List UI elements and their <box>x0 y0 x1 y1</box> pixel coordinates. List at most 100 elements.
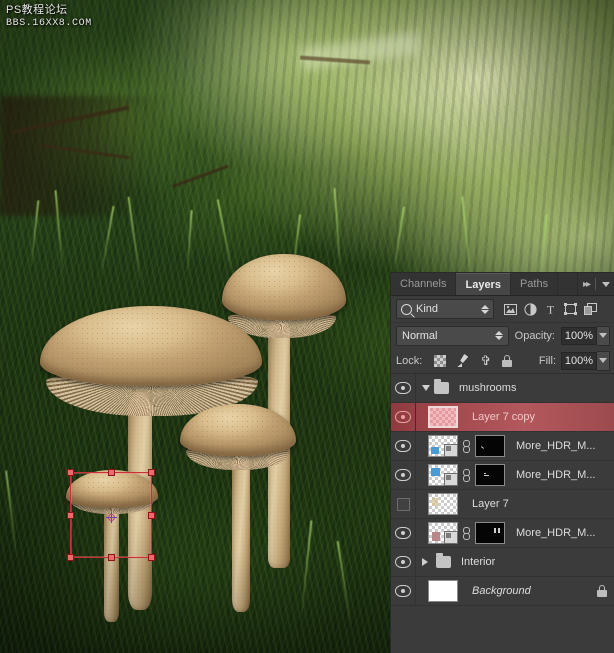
visibility-toggle[interactable] <box>391 403 416 431</box>
layer-name: More_HDR_M... <box>516 527 596 539</box>
fill-value[interactable]: 100% <box>561 351 597 370</box>
panel-menu-triangle-icon[interactable] <box>602 281 610 287</box>
filter-shape-icon[interactable] <box>564 303 577 316</box>
smart-object-badge-icon <box>444 473 458 486</box>
blend-mode-select[interactable]: Normal <box>396 325 509 346</box>
filter-adjustment-icon[interactable] <box>524 302 537 316</box>
layer-row-background[interactable]: Background <box>391 577 614 606</box>
eye-icon <box>395 469 411 481</box>
filter-smart-object-icon[interactable] <box>584 303 597 316</box>
panel-tab-bar: Channels Layers Paths ▸▸ <box>391 273 614 296</box>
layer-thumbnail[interactable] <box>428 435 458 457</box>
layer-row-mushrooms[interactable]: mushrooms <box>391 374 614 403</box>
fill-control-group: Fill: 100% <box>538 350 610 371</box>
fill-dropdown-arrow[interactable] <box>597 350 610 371</box>
handle-middle-right[interactable] <box>148 512 155 519</box>
tab-layers[interactable]: Layers <box>456 273 511 295</box>
layer-content: Layer 7 <box>416 490 509 518</box>
lock-buttons: ✞ <box>434 354 513 367</box>
chevron-updown-icon[interactable] <box>494 331 503 340</box>
visibility-toggle[interactable] <box>391 548 416 576</box>
transform-reference-point[interactable] <box>106 512 117 523</box>
tab-channels[interactable]: Channels <box>391 273 457 295</box>
visibility-toggle[interactable] <box>391 374 416 402</box>
layer-row-layer-7-copy[interactable]: Layer 7 copy <box>391 403 614 432</box>
mask-link-icon[interactable] <box>462 526 471 540</box>
lock-image-pixels-icon[interactable] <box>456 354 469 367</box>
tab-paths[interactable]: Paths <box>511 273 559 295</box>
eye-icon <box>395 440 411 452</box>
handle-middle-left[interactable] <box>67 512 74 519</box>
opacity-value[interactable]: 100% <box>561 326 597 345</box>
layers-panel: Channels Layers Paths ▸▸ Kind T Normal O… <box>390 272 614 653</box>
filter-kind-select[interactable]: Kind <box>396 299 494 319</box>
watermark-line-2: BBS.16XX8.COM <box>6 18 92 29</box>
group-expand-triangle-icon[interactable] <box>422 385 430 391</box>
layer-row-more-hdr-1[interactable]: More_HDR_M... <box>391 432 614 461</box>
lock-all-icon[interactable] <box>502 354 513 367</box>
folder-icon <box>434 379 449 394</box>
layer-thumbnail[interactable] <box>428 493 458 515</box>
layer-name: mushrooms <box>459 382 517 394</box>
tab-channels-label: Channels <box>400 278 447 290</box>
layer-mask-thumbnail[interactable] <box>475 435 505 457</box>
thumbnail-content <box>432 498 438 506</box>
layer-name: Interior <box>461 556 496 568</box>
watermark: PS教程论坛 BBS.16XX8.COM <box>6 3 92 31</box>
layer-name: Layer 7 copy <box>472 411 535 423</box>
layer-mask-thumbnail[interactable] <box>475 464 505 486</box>
layer-thumbnail[interactable] <box>428 464 458 486</box>
visibility-toggle[interactable] <box>391 461 416 489</box>
mask-link-icon[interactable] <box>462 439 471 453</box>
watermark-line-1: PS教程论坛 <box>6 4 68 16</box>
layer-name: Layer 7 <box>472 498 509 510</box>
layer-thumbnail[interactable] <box>428 522 458 544</box>
lock-transparent-pixels-icon[interactable] <box>434 354 447 367</box>
fill-control[interactable]: 100% <box>561 350 610 371</box>
layer-thumbnail[interactable] <box>428 580 458 602</box>
filter-type-icons: T <box>504 302 597 316</box>
panel-footer <box>391 606 614 638</box>
eye-icon <box>395 527 411 539</box>
handle-top-right[interactable] <box>148 469 155 476</box>
visibility-toggle[interactable] <box>391 432 416 460</box>
chevron-updown-icon[interactable] <box>481 304 489 314</box>
layer-row-more-hdr-2[interactable]: More_HDR_M... <box>391 461 614 490</box>
filter-image-icon[interactable] <box>504 303 517 316</box>
handle-top-left[interactable] <box>67 469 74 476</box>
handle-bottom-left[interactable] <box>67 554 74 561</box>
layer-filter-row: Kind T <box>391 296 614 323</box>
opacity-control[interactable]: 100% <box>561 325 610 346</box>
tab-layers-label: Layers <box>465 278 501 291</box>
layer-content: Background <box>416 577 614 605</box>
visibility-toggle[interactable] <box>391 490 416 518</box>
eye-icon <box>395 585 411 597</box>
divider <box>595 278 596 290</box>
group-collapse-triangle-icon[interactable] <box>422 558 428 566</box>
free-transform-bounding-box[interactable] <box>67 469 155 561</box>
lock-position-icon[interactable]: ✞ <box>479 354 492 367</box>
smart-object-badge-icon <box>444 531 458 544</box>
layer-thumbnail[interactable] <box>428 406 458 428</box>
double-chevron-right-icon[interactable]: ▸▸ <box>583 279 591 290</box>
filter-type-icon[interactable]: T <box>544 303 557 316</box>
visibility-toggle[interactable] <box>391 577 416 605</box>
layer-mask-thumbnail[interactable] <box>475 522 505 544</box>
svg-text:T: T <box>547 303 555 315</box>
layer-row-interior[interactable]: Interior <box>391 548 614 577</box>
layer-row-layer-7[interactable]: Layer 7 <box>391 490 614 519</box>
handle-bottom-right[interactable] <box>148 554 155 561</box>
fill-label: Fill: <box>538 354 556 367</box>
visibility-toggle[interactable] <box>391 519 416 547</box>
layer-content: Layer 7 copy <box>416 403 535 431</box>
eye-icon <box>395 556 411 568</box>
handle-top-center[interactable] <box>108 469 115 476</box>
lock-label: Lock: <box>396 354 423 367</box>
filter-kind-label: Kind <box>416 303 439 315</box>
mask-link-icon[interactable] <box>462 468 471 482</box>
layer-content: More_HDR_M... <box>416 461 595 489</box>
layer-row-more-hdr-3[interactable]: More_HDR_M... <box>391 519 614 548</box>
handle-bottom-center[interactable] <box>108 554 115 561</box>
layer-content: More_HDR_M... <box>416 519 595 547</box>
opacity-dropdown-arrow[interactable] <box>597 325 610 346</box>
